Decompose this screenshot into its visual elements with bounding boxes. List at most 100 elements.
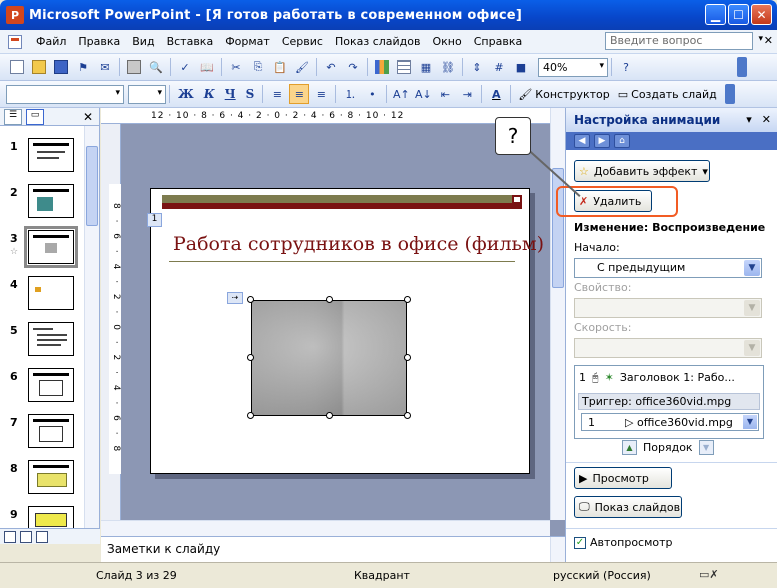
close-pane-icon[interactable]: ✕ — [83, 110, 93, 124]
copy-button[interactable]: ⎘ — [248, 57, 268, 77]
undo-button[interactable]: ↶ — [321, 57, 341, 77]
sorter-view-button[interactable] — [20, 530, 32, 543]
new-button[interactable] — [7, 57, 27, 77]
grid-button[interactable]: # — [489, 57, 509, 77]
align-center-button[interactable]: ≡ — [289, 84, 310, 104]
animation-list[interactable]: 1 🖰 ✶ Заголовок 1: Рабо... Триггер: offi… — [574, 365, 764, 439]
tab-outline[interactable]: ☰ — [4, 108, 22, 125]
slides-pane-scrollbar[interactable] — [84, 126, 99, 544]
decrease-font-button[interactable]: A↓ — [413, 84, 433, 104]
shadow-button[interactable]: S — [241, 87, 260, 101]
new-slide-button[interactable]: ▭ Создать слайд — [614, 88, 721, 101]
align-left-button[interactable]: ≡ — [267, 84, 287, 104]
email-button[interactable]: ✉ — [95, 57, 115, 77]
insert-table-button[interactable] — [394, 57, 414, 77]
powerpoint-app-icon[interactable]: P — [6, 6, 24, 24]
document-icon[interactable] — [8, 34, 22, 49]
task-pane-close-icon[interactable]: ✕ — [762, 113, 771, 126]
menu-help[interactable]: Справка — [468, 35, 528, 48]
editor-horizontal-scrollbar[interactable] — [101, 520, 550, 536]
notes-scrollbar[interactable] — [550, 537, 565, 563]
minimize-button[interactable]: ▁ — [705, 4, 726, 25]
paste-button[interactable]: 📋 — [270, 57, 290, 77]
resize-handle[interactable] — [247, 296, 254, 303]
resize-handle[interactable] — [247, 354, 254, 361]
permission-button[interactable]: ⚑ — [73, 57, 93, 77]
insert-chart-button[interactable] — [372, 57, 392, 77]
slide-thumbnail-3[interactable]: 3 ☆ — [0, 226, 85, 270]
align-right-button[interactable]: ≡ — [311, 84, 331, 104]
cut-button[interactable]: ✂ — [226, 57, 246, 77]
menu-file[interactable]: Файл — [30, 35, 72, 48]
decrease-indent-button[interactable]: ⇤ — [435, 84, 455, 104]
move-down-icon[interactable]: ▼ — [698, 440, 714, 455]
print-preview-button[interactable]: 🔍 — [146, 57, 166, 77]
trigger-list-item[interactable]: 1 ▷ office360vid.mpg ▼ — [581, 413, 759, 431]
tab-slides[interactable]: ▭ — [26, 108, 44, 125]
maximize-button[interactable]: ☐ — [728, 4, 749, 25]
open-button[interactable] — [29, 57, 49, 77]
back-icon[interactable]: ◀ — [574, 134, 590, 148]
video-object[interactable] — [251, 300, 407, 416]
font-size-select[interactable] — [128, 84, 166, 104]
italic-button[interactable]: К — [199, 87, 220, 101]
bold-button[interactable]: Ж — [173, 87, 199, 101]
toolbar-options-chevron-2[interactable] — [724, 84, 735, 104]
save-button[interactable] — [51, 57, 71, 77]
resize-handle[interactable] — [404, 296, 411, 303]
numbering-button[interactable]: ⒈ — [340, 84, 360, 104]
slide-thumbnail-4[interactable]: 4 — [0, 276, 85, 316]
preview-button[interactable]: ▶ Просмотр — [574, 467, 672, 489]
move-up-icon[interactable]: ▲ — [622, 440, 637, 455]
menu-edit[interactable]: Правка — [72, 35, 126, 48]
resize-handle[interactable] — [326, 296, 333, 303]
resize-handle[interactable] — [404, 354, 411, 361]
slide-thumbnail-6[interactable]: 6 — [0, 368, 85, 408]
chevron-down-icon[interactable]: ▼ — [743, 415, 757, 429]
spelling-button[interactable]: ✓ — [175, 57, 195, 77]
autopreview-option[interactable]: ✓ Автопросмотр — [574, 536, 673, 549]
current-slide[interactable]: 1 Работа сотрудников в офисе (фильм) ⇢ — [147, 188, 544, 474]
menu-view[interactable]: Вид — [126, 35, 160, 48]
toolbar-options-chevron[interactable] — [737, 57, 747, 77]
list-item[interactable]: 1 🖰 ✶ Заголовок 1: Рабо... — [579, 371, 761, 385]
chevron-down-icon[interactable]: ▾ — [758, 34, 763, 44]
font-name-select[interactable] — [6, 84, 124, 104]
designer-button[interactable]: 🖌 Конструктор — [514, 88, 613, 101]
resize-handle[interactable] — [326, 412, 333, 419]
slide-thumbnail-8[interactable]: 8 — [0, 460, 85, 500]
slide-thumbnail-5[interactable]: 5 — [0, 322, 85, 362]
menu-tools[interactable]: Сервис — [276, 35, 329, 48]
color-grayscale-button[interactable]: ■ — [511, 57, 531, 77]
help-button[interactable]: ? — [616, 57, 636, 77]
forward-icon[interactable]: ▶ — [594, 134, 610, 148]
underline-button[interactable]: Ч — [220, 87, 241, 101]
expand-button[interactable]: ⇕ — [467, 57, 487, 77]
increase-font-button[interactable]: A↑ — [391, 84, 411, 104]
research-button[interactable]: 📖 — [197, 57, 217, 77]
menu-slideshow[interactable]: Показ слайдов — [329, 35, 427, 48]
spelling-status-icon[interactable]: ▭✗ — [699, 568, 719, 582]
task-pane-menu-icon[interactable]: ▾ — [746, 113, 752, 126]
resize-handle[interactable] — [247, 412, 254, 419]
format-painter-button[interactable]: 🖌 — [292, 57, 312, 77]
slide-thumbnail-7[interactable]: 7 — [0, 414, 85, 454]
slideshow-button[interactable]: 🖵 Показ слайдов — [574, 496, 682, 518]
menu-window[interactable]: Окно — [427, 35, 468, 48]
zoom-select[interactable]: 40% — [538, 57, 608, 77]
increase-indent-button[interactable]: ⇥ — [457, 84, 477, 104]
autopreview-checkbox[interactable]: ✓ — [574, 536, 586, 549]
hyperlink-button[interactable]: ⛓ — [438, 57, 458, 77]
redo-button[interactable]: ↷ — [343, 57, 363, 77]
property-select[interactable]: ▼ — [574, 298, 762, 318]
menu-format[interactable]: Формат — [219, 35, 276, 48]
help-search-input[interactable]: Введите вопрос — [605, 32, 753, 50]
print-button[interactable] — [124, 57, 144, 77]
font-color-button[interactable]: A — [486, 84, 506, 104]
bullets-button[interactable]: • — [362, 84, 382, 104]
close-window-button[interactable]: ✕ — [751, 4, 772, 25]
slideshow-view-button[interactable] — [36, 530, 48, 543]
speed-select[interactable]: ▼ — [574, 338, 762, 358]
slide-title[interactable]: Работа сотрудников в офисе (фильм) — [173, 233, 544, 255]
slide-thumbnail-2[interactable]: 2 — [0, 184, 85, 224]
